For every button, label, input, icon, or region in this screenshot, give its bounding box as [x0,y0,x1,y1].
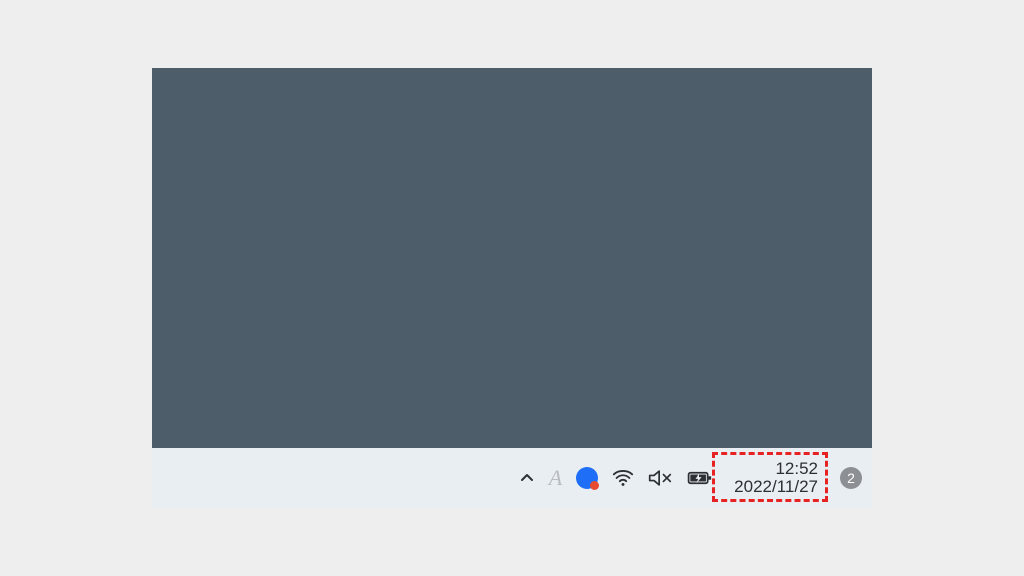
battery-charging-icon [686,468,712,488]
desktop-wallpaper [152,68,872,448]
clock-time: 12:52 [775,460,818,478]
ime-indicator[interactable]: A [549,465,562,491]
taskbar-clock[interactable]: 12:52 2022/11/27 [726,458,826,498]
tray-overflow-button[interactable] [519,470,535,486]
wifi-icon [612,467,634,489]
chevron-up-icon [519,470,535,486]
wifi-tray-button[interactable] [612,467,634,489]
screenshot-frame: A [152,68,872,508]
notification-count: 2 [847,470,855,486]
taskbar: A [152,448,872,508]
chat-bubble-icon [576,467,598,489]
battery-tray-button[interactable] [686,468,712,488]
notification-center-button[interactable]: 2 [840,467,862,489]
chat-tray-button[interactable] [576,467,598,489]
clock-date: 2022/11/27 [734,478,818,496]
speaker-muted-icon [648,467,672,489]
volume-tray-button[interactable] [648,467,672,489]
